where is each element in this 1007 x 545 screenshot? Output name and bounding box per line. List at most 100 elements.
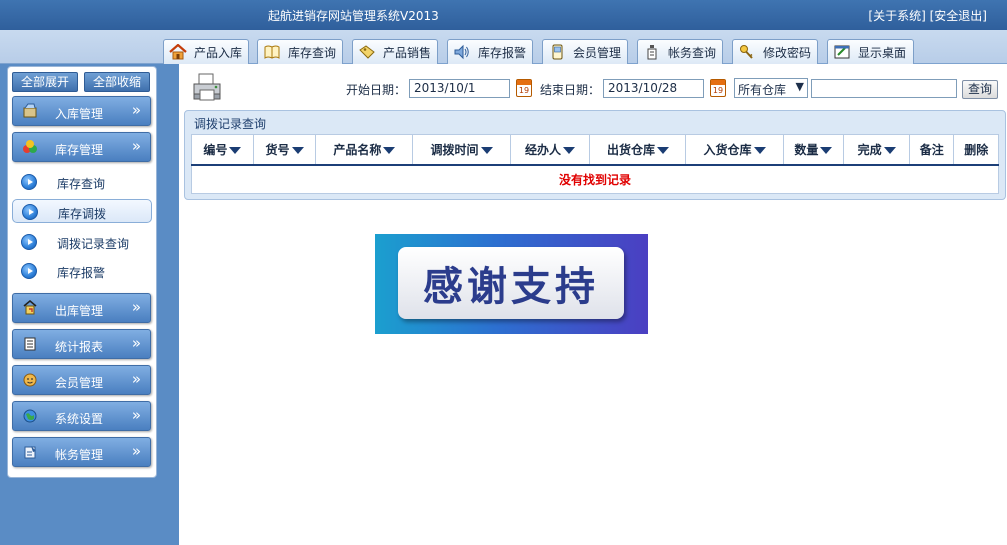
calendar-icon[interactable]: 19 (516, 79, 532, 97)
subitem-label: 库存调拨 (58, 207, 107, 221)
column-header[interactable]: 货号 (252, 134, 317, 166)
end-date-input[interactable]: 2013/10/28 (603, 79, 704, 98)
speaker-icon (452, 44, 472, 60)
chevron-right-icon: » (131, 370, 141, 388)
tab-label: 帐务查询 (668, 45, 717, 60)
menu-label: 统计报表 (55, 340, 104, 354)
member-icon (21, 372, 39, 388)
tab-change-password[interactable]: 修改密码 (732, 39, 818, 64)
title-bar: 起航进销存网站管理系统V2013 [关于系统] [安全退出] (0, 0, 1007, 30)
house-icon (168, 44, 188, 60)
chevron-right-icon: » (131, 442, 141, 460)
sort-down-icon (562, 146, 575, 154)
chevron-right-icon: » (131, 334, 141, 352)
subitem-stock-query[interactable]: 库存查询 (12, 170, 152, 194)
tab-bar: 产品入库 库存查询 产品销售 库存报警 会员管理 帐务查询 修改密码 显示桌面 (0, 30, 1007, 64)
warehouse-selected-value: 所有仓库 (738, 83, 787, 97)
tab-product-sales[interactable]: 产品销售 (352, 39, 438, 64)
tab-product-in[interactable]: 产品入库 (163, 39, 249, 64)
boxes-icon (21, 139, 39, 155)
collapse-all-button[interactable]: 全部收缩 (84, 72, 150, 92)
report-icon (21, 336, 39, 352)
warehouse-select[interactable]: 所有仓库 ▼ (734, 78, 808, 98)
globe-icon (21, 408, 39, 424)
tab-label: 会员管理 (573, 45, 622, 60)
menu-stock[interactable]: 库存管理 » (12, 132, 151, 162)
subitem-label: 库存报警 (57, 266, 106, 280)
sort-down-icon (820, 146, 833, 154)
menu-label: 库存管理 (55, 143, 104, 157)
column-header: 备注 (908, 134, 955, 166)
end-date-label: 结束日期： (540, 83, 601, 97)
subitem-label: 调拨记录查询 (57, 237, 130, 251)
empty-message: 没有找到记录 (191, 164, 999, 194)
tab-label: 修改密码 (763, 45, 812, 60)
column-header[interactable]: 调拨时间 (412, 134, 511, 166)
play-icon (21, 174, 37, 190)
menu-accounts[interactable]: 帐务管理 » (12, 437, 151, 467)
keyword-input[interactable] (811, 79, 957, 98)
tab-stock-alarm[interactable]: 库存报警 (447, 39, 533, 64)
tab-label: 产品入库 (194, 45, 243, 60)
menu-label: 出库管理 (55, 304, 104, 318)
start-date-input[interactable]: 2013/10/1 (409, 79, 510, 98)
subitem-stock-transfer[interactable]: 库存调拨 (12, 199, 152, 223)
sort-down-icon (656, 146, 669, 154)
tab-stock-query[interactable]: 库存查询 (257, 39, 343, 64)
tab-label: 显示桌面 (858, 45, 907, 60)
keys-icon (737, 44, 757, 60)
sort-down-icon (291, 146, 304, 154)
chevron-right-icon: » (131, 406, 141, 424)
chevron-right-icon: » (131, 298, 141, 316)
expand-all-button[interactable]: 全部展开 (12, 72, 78, 92)
start-date-label: 开始日期： (346, 83, 407, 97)
column-header[interactable]: 出货仓库 (589, 134, 687, 166)
ledger-icon (21, 444, 39, 460)
subitem-stock-alarm[interactable]: 库存报警 (12, 259, 152, 283)
subitem-transfer-records[interactable]: 调拨记录查询 (12, 230, 152, 254)
records-table: 编号 货号 产品名称 调拨时间 经办人 出货仓库 入货仓库 数量 完成 备注 删… (191, 134, 999, 194)
menu-settings[interactable]: 系统设置 » (12, 401, 151, 431)
tag-icon (357, 44, 377, 60)
about-link[interactable]: [关于系统] (868, 9, 925, 23)
app-title: 起航进销存网站管理系统V2013 (268, 9, 439, 23)
logout-link[interactable]: [安全退出] (930, 9, 987, 23)
records-title: 调拨记录查询 (194, 117, 267, 131)
sort-down-icon (883, 146, 896, 154)
column-header[interactable]: 入货仓库 (685, 134, 784, 166)
book-icon (262, 44, 282, 60)
sort-down-icon (753, 146, 766, 154)
table-row: 没有找到记录 (191, 164, 999, 194)
column-header[interactable]: 编号 (191, 134, 254, 166)
menu-reports[interactable]: 统计报表 » (12, 329, 151, 359)
column-header: 删除 (953, 134, 999, 166)
tab-account-query[interactable]: 帐务查询 (637, 39, 723, 64)
sort-down-icon (229, 146, 242, 154)
records-panel: 调拨记录查询 编号 货号 产品名称 调拨时间 经办人 出货仓库 入货仓库 数量 … (184, 110, 1006, 200)
chevron-right-icon: » (131, 101, 141, 119)
menu-members[interactable]: 会员管理 » (12, 365, 151, 395)
sidebar: 全部展开 全部收缩 入库管理 » 库存管理 » 库存查询 库存调拨 调拨记录查询… (7, 66, 157, 478)
column-header[interactable]: 产品名称 (315, 134, 414, 166)
tab-show-desktop[interactable]: 显示桌面 (827, 39, 914, 64)
sort-down-icon (480, 146, 493, 154)
desktop-icon (832, 44, 852, 60)
menu-outbound[interactable]: 出库管理 » (12, 293, 151, 323)
tab-member-mgmt[interactable]: 会员管理 (542, 39, 628, 64)
chevron-down-icon: ▼ (795, 80, 804, 93)
calendar-icon[interactable]: 19 (710, 79, 726, 97)
menu-label: 入库管理 (55, 107, 104, 121)
printer-icon[interactable] (192, 72, 222, 104)
column-header[interactable]: 经办人 (509, 134, 591, 166)
menu-inbound[interactable]: 入库管理 » (12, 96, 151, 126)
column-header[interactable]: 完成 (843, 134, 910, 166)
menu-label: 会员管理 (55, 376, 104, 390)
phone-icon (547, 44, 567, 60)
tab-label: 产品销售 (383, 45, 432, 60)
play-icon (22, 204, 38, 220)
menu-label: 帐务管理 (55, 448, 104, 462)
bottle-icon (642, 44, 662, 60)
play-icon (21, 263, 37, 279)
query-button[interactable]: 查询 (962, 80, 998, 99)
column-header[interactable]: 数量 (782, 134, 845, 166)
